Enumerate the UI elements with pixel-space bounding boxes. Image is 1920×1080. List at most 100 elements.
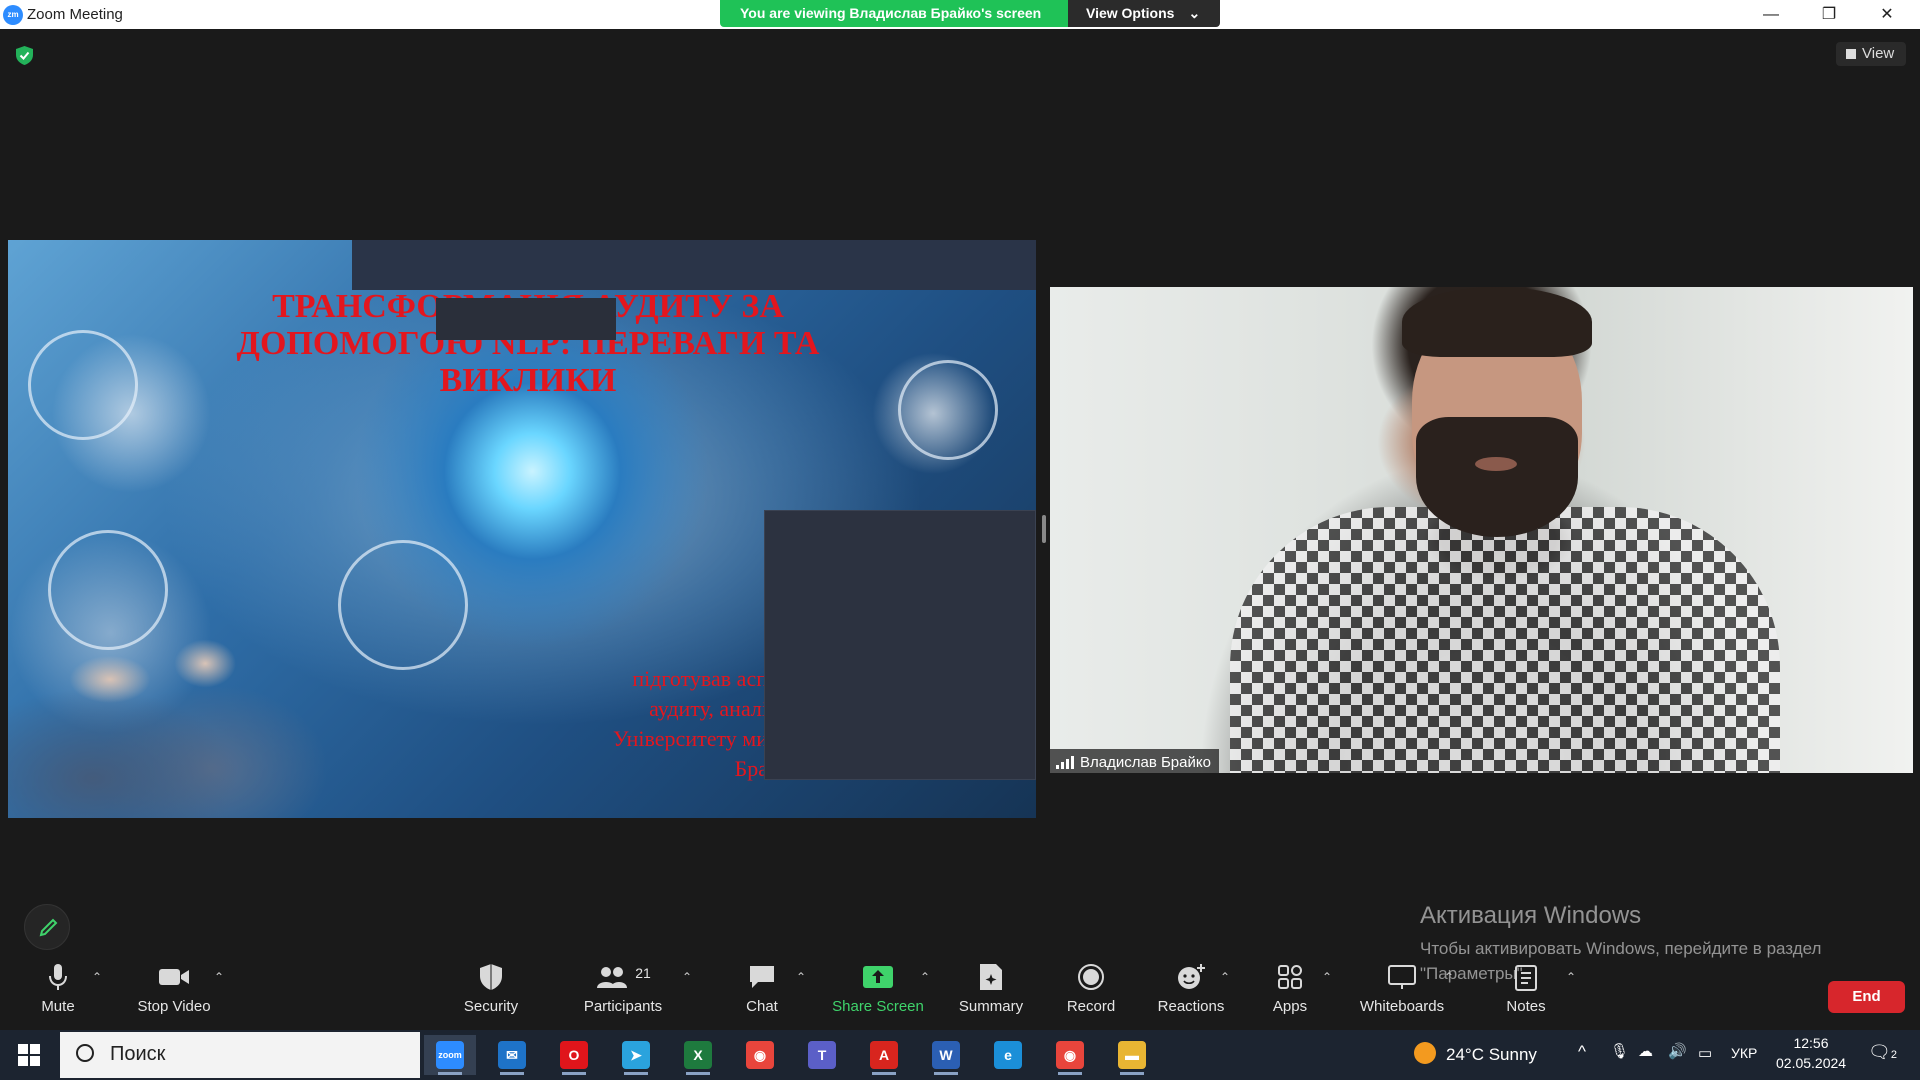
speaker-icon[interactable]: 🔊	[1668, 1042, 1687, 1060]
split-resize-handle[interactable]	[1042, 515, 1046, 543]
mute-options-caret[interactable]: ⌃	[92, 970, 102, 984]
taskbar-app-edge[interactable]: e	[982, 1035, 1034, 1075]
view-button-label: View	[1862, 45, 1895, 62]
minimize-button[interactable]: —	[1748, 0, 1794, 29]
shield-icon[interactable]	[16, 46, 33, 65]
security-button[interactable]: Security	[455, 960, 527, 1015]
summary-button[interactable]: Summary	[955, 960, 1027, 1015]
taskbar-app-telegram[interactable]: ➤	[610, 1035, 662, 1075]
participants-options-caret[interactable]: ⌃	[682, 970, 692, 984]
mute-button[interactable]: Mute	[28, 960, 88, 1015]
zoom-app-icon: zm	[3, 5, 23, 25]
taskbar-app-teams[interactable]: T	[796, 1035, 848, 1075]
slide-people-image	[8, 620, 348, 818]
slide-subtitle-line: Бра	[734, 756, 768, 781]
restore-button[interactable]: ❐	[1806, 0, 1852, 29]
view-options-button[interactable]: View Options ⌄	[1068, 0, 1220, 27]
cloud-icon[interactable]: ☁	[1638, 1042, 1653, 1060]
message-icon: 🗨	[1868, 1042, 1891, 1062]
taskbar-app-chrome-2[interactable]: ◉	[1044, 1035, 1096, 1075]
battery-icon[interactable]: ▭	[1698, 1044, 1712, 1062]
clock-date: 02.05.2024	[1776, 1055, 1847, 1071]
record-icon	[1078, 964, 1104, 990]
taskbar-app-opera[interactable]: O	[548, 1035, 600, 1075]
screen-share-occlusion	[352, 240, 1036, 290]
decorative-ring	[28, 330, 138, 440]
reactions-options-caret[interactable]: ⌃	[1220, 970, 1230, 984]
participants-button[interactable]: 21 Participants	[578, 960, 668, 1015]
viewing-banner: You are viewing Владислав Брайко's scree…	[720, 0, 1220, 27]
signal-strength-icon	[1056, 756, 1074, 769]
mute-label: Mute	[41, 998, 75, 1015]
annotate-button[interactable]	[24, 904, 70, 950]
taskbar-app-acrobat[interactable]: A	[858, 1035, 910, 1075]
explorer-icon: ▬	[1118, 1041, 1146, 1069]
microphone-tray-icon[interactable]: 🎙	[1610, 1042, 1629, 1060]
chat-label: Chat	[746, 998, 778, 1015]
taskbar-app-word[interactable]: W	[920, 1035, 972, 1075]
slide-subtitle-line: Університету ми	[613, 726, 768, 751]
activation-title: Активация Windows	[1420, 902, 1642, 929]
apps-icon	[1278, 965, 1302, 989]
chat-options-caret[interactable]: ⌃	[796, 970, 806, 984]
participants-label: Participants	[583, 998, 663, 1015]
window-title: Zoom Meeting	[27, 6, 123, 23]
view-options-label: View Options	[1086, 5, 1175, 21]
language-indicator[interactable]: УКР	[1731, 1045, 1757, 1061]
stop-video-label: Stop Video	[137, 998, 211, 1015]
weather-widget[interactable]: 24°C Sunny	[1414, 1042, 1537, 1065]
stop-video-button[interactable]: Stop Video	[128, 960, 220, 1015]
taskbar-app-zoom[interactable]: zoom	[424, 1035, 476, 1075]
taskbar-app-excel[interactable]: X	[672, 1035, 724, 1075]
record-button[interactable]: Record	[1061, 960, 1121, 1015]
taskbar-app-mail[interactable]: ✉	[486, 1035, 538, 1075]
windows-start-icon[interactable]	[18, 1044, 40, 1066]
notes-button[interactable]: Notes	[1496, 960, 1556, 1015]
apps-label: Apps	[1272, 998, 1308, 1015]
apps-button[interactable]: Apps	[1262, 960, 1318, 1015]
shield-icon	[480, 964, 502, 990]
chat-bubble-icon	[750, 966, 774, 988]
decorative-ring	[898, 360, 998, 460]
show-hidden-icons-button[interactable]: ^	[1578, 1042, 1586, 1062]
edge-icon: e	[994, 1041, 1022, 1069]
share-screen-options-caret[interactable]: ⌃	[920, 970, 930, 984]
video-hair	[1402, 287, 1592, 357]
close-button[interactable]: ✕	[1864, 0, 1910, 29]
chat-button[interactable]: Chat	[734, 960, 790, 1015]
smiley-icon	[1178, 964, 1205, 989]
slide-subtitle-line: підготував асп	[632, 666, 768, 691]
reactions-label: Reactions	[1157, 998, 1225, 1015]
end-meeting-button[interactable]: End	[1828, 981, 1905, 1013]
notification-center-button[interactable]: 🗨2	[1868, 1042, 1897, 1063]
notes-options-caret[interactable]: ⌃	[1566, 970, 1576, 984]
notification-count: 2	[1890, 1049, 1897, 1061]
clock[interactable]: 12:56 02.05.2024	[1776, 1035, 1846, 1071]
whiteboards-options-caret[interactable]: ⌃	[1444, 970, 1454, 984]
reactions-button[interactable]: Reactions	[1150, 960, 1232, 1015]
running-indicator	[438, 1072, 462, 1075]
shared-screen[interactable]: ТРАНСФОРМАЦІЯ АУДИТУ ЗА ДОПОМОГОЮ NLP: П…	[8, 240, 1036, 818]
taskbar-search-box[interactable]: Поиск	[60, 1032, 420, 1078]
whiteboards-button[interactable]: Whiteboards	[1356, 960, 1448, 1015]
video-shirt	[1230, 507, 1780, 773]
apps-options-caret[interactable]: ⌃	[1322, 970, 1332, 984]
search-icon	[76, 1044, 94, 1062]
view-button[interactable]: View	[1836, 42, 1906, 66]
participant-video[interactable]: Владислав Брайко	[1050, 287, 1913, 773]
record-label: Record	[1066, 998, 1116, 1015]
pencil-icon	[39, 918, 58, 937]
slide-subtitle-line: аудиту, аналі	[649, 696, 768, 721]
video-options-caret[interactable]: ⌃	[214, 970, 224, 984]
chevron-down-icon: ⌄	[1188, 5, 1201, 21]
video-mouth	[1475, 457, 1517, 471]
taskbar-app-chrome[interactable]: ◉	[734, 1035, 786, 1075]
opera-icon: O	[560, 1041, 588, 1069]
screen-share-occlusion-box	[764, 510, 1036, 780]
taskbar-app-explorer[interactable]: ▬	[1106, 1035, 1158, 1075]
share-screen-button[interactable]: Share Screen	[830, 960, 926, 1015]
word-icon: W	[932, 1041, 960, 1069]
video-camera-icon	[159, 969, 189, 985]
title-bar: zm Zoom Meeting You are viewing Владисла…	[0, 0, 1920, 29]
summary-label: Summary	[958, 998, 1024, 1015]
